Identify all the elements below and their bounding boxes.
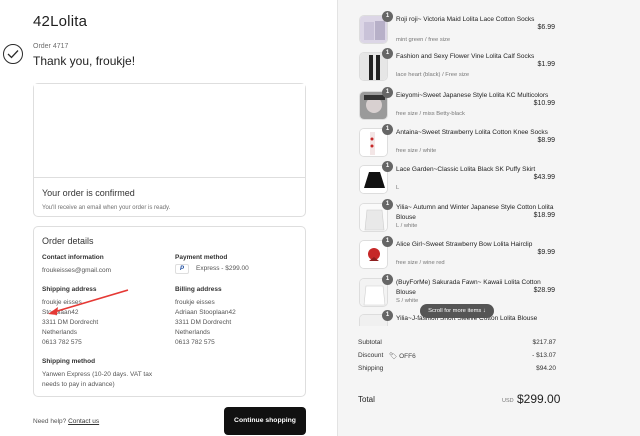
subtotal-row: Subtotal $217.87 bbox=[358, 339, 556, 346]
product-price: $9.99 bbox=[537, 249, 555, 256]
quantity-badge: 1 bbox=[382, 87, 393, 98]
shipping-address-line: Netherlands bbox=[42, 329, 78, 336]
product-variant: mint green / free size bbox=[396, 37, 451, 43]
line-items-list[interactable]: 1 Roji roji~ Victoria Maid Lolita Lace C… bbox=[338, 0, 640, 326]
product-variant: free size / wine red bbox=[396, 260, 445, 266]
payment-label: Payment method bbox=[175, 254, 228, 261]
contact-us-link[interactable]: Contact us bbox=[68, 418, 99, 425]
line-item: 1 Eieyomi~Sweet Japanese Style Lolita KC… bbox=[338, 87, 640, 127]
check-circle-icon bbox=[3, 44, 23, 64]
line-item: 1 Yilia~ Autumn and Winter Japanese Styl… bbox=[338, 199, 640, 239]
billing-address-line: froukje eisses bbox=[175, 299, 215, 306]
shipping-label: Shipping bbox=[358, 365, 384, 372]
line-item: 1 Roji roji~ Victoria Maid Lolita Lace C… bbox=[338, 11, 640, 51]
help-label: Need help? bbox=[33, 418, 67, 425]
product-price: $18.99 bbox=[533, 212, 555, 219]
subtotal-value: $217.87 bbox=[532, 339, 557, 346]
contact-label: Contact information bbox=[42, 254, 104, 261]
product-variant: L / white bbox=[396, 223, 418, 229]
product-price: $43.99 bbox=[533, 174, 555, 181]
quantity-badge: 1 bbox=[382, 161, 393, 172]
product-price: $6.99 bbox=[537, 24, 555, 31]
total-value: $299.00 bbox=[517, 392, 561, 406]
subtotal-label: Subtotal bbox=[358, 339, 382, 346]
billing-address-line: 3311 DM Dordrecht bbox=[175, 319, 232, 326]
product-variant: free size / miss Betty-black bbox=[396, 111, 465, 117]
payment-value: Express - $299.00 bbox=[196, 265, 249, 272]
product-title: Yilia~ Autumn and Winter Japanese Style … bbox=[396, 204, 554, 221]
help-text: Need help? Contact us bbox=[33, 418, 99, 425]
line-item: 1 Fashion and Sexy Flower Vine Lolita Ca… bbox=[338, 48, 640, 88]
shipping-address-line: 0613 782 575 bbox=[42, 339, 82, 346]
product-variant: L bbox=[396, 185, 400, 191]
product-title: Eieyomi~Sweet Japanese Style Lolita KC M… bbox=[396, 92, 549, 99]
billing-address-line: Adriaan Stooplaan42 bbox=[175, 309, 236, 316]
tag-icon: 🏷 bbox=[389, 353, 398, 360]
total-label: Total bbox=[358, 395, 375, 404]
shipping-address-line: 3311 DM Dordrecht bbox=[42, 319, 99, 326]
product-variant: S / white bbox=[396, 298, 419, 304]
quantity-badge: 1 bbox=[382, 199, 393, 210]
product-variant: free size / white bbox=[396, 148, 437, 154]
product-price: $10.99 bbox=[533, 100, 555, 107]
checkout-confirmation-column: 42Lolita Order 4717 Thank you, froukje! … bbox=[0, 0, 337, 436]
scroll-for-more-button[interactable]: Scroll for more items ↓ bbox=[420, 304, 494, 318]
discount-code: 🏷 OFF6 bbox=[389, 352, 416, 360]
product-title: Roji roji~ Victoria Maid Lolita Lace Cot… bbox=[396, 16, 535, 23]
quantity-badge: 1 bbox=[382, 124, 393, 135]
quantity-badge: 1 bbox=[382, 236, 393, 247]
order-number: Order 4717 bbox=[33, 43, 69, 50]
product-title: Antaina~Sweet Strawberry Lolita Cotton K… bbox=[396, 129, 548, 136]
discount-value: - $13.07 bbox=[532, 352, 556, 359]
billing-address-line: 0613 782 575 bbox=[175, 339, 215, 346]
discount-row: Discount 🏷 OFF6 - $13.07 bbox=[358, 352, 556, 360]
confirmation-card: Your order is confirmed You'll receive a… bbox=[33, 83, 306, 217]
arrow-down-icon: ↓ bbox=[482, 308, 486, 314]
discount-label: Discount bbox=[358, 352, 384, 359]
product-variant: lace heart (black) / Free size bbox=[396, 72, 470, 78]
shipping-row: Shipping $94.20 bbox=[358, 365, 556, 372]
order-details-title: Order details bbox=[42, 236, 94, 246]
billing-address-line: Netherlands bbox=[175, 329, 211, 336]
paypal-icon: P bbox=[175, 264, 189, 274]
confirmation-subtitle: You'll receive an email when your order … bbox=[42, 205, 171, 211]
quantity-badge: 1 bbox=[382, 48, 393, 59]
line-item: 1 Alice Girl~Sweet Strawberry Bow Lolita… bbox=[338, 236, 640, 276]
product-title: Alice Girl~Sweet Strawberry Bow Lolita H… bbox=[396, 241, 533, 248]
billing-address-label: Billing address bbox=[175, 286, 222, 293]
quantity-badge: 1 bbox=[382, 310, 393, 321]
currency-code: USD bbox=[502, 398, 514, 404]
line-item: 1 Lace Garden~Classic Lolita Black SK Pu… bbox=[338, 161, 640, 201]
confirmation-title: Your order is confirmed bbox=[42, 188, 135, 198]
product-title: (BuyForMe) Sakurada Fawn~ Kawaii Lolita … bbox=[396, 279, 541, 296]
thank-you-heading: Thank you, froukje! bbox=[33, 54, 136, 68]
map-placeholder bbox=[34, 84, 305, 178]
shipping-method-label: Shipping method bbox=[42, 358, 96, 365]
product-title: Fashion and Sexy Flower Vine Lolita Calf… bbox=[396, 53, 535, 60]
annotation-arrow-icon bbox=[48, 289, 129, 315]
continue-shopping-button[interactable]: Continue shopping bbox=[224, 407, 306, 435]
scroll-hint-label: Scroll for more items bbox=[428, 308, 482, 314]
quantity-badge: 1 bbox=[382, 11, 393, 22]
shipping-value: $94.20 bbox=[536, 365, 556, 372]
product-price: $1.99 bbox=[537, 61, 555, 68]
product-price: $28.99 bbox=[533, 287, 555, 294]
shipping-method-line: needs to pay in advance) bbox=[42, 381, 115, 388]
shipping-method-line: Yanwen Express (10-20 days. VAT tax bbox=[42, 371, 153, 378]
contact-email: froukeisses@gmail.com bbox=[42, 267, 112, 274]
quantity-badge: 1 bbox=[382, 274, 393, 285]
discount-code-text: OFF6 bbox=[399, 353, 416, 360]
line-item: 1 Antaina~Sweet Strawberry Lolita Cotton… bbox=[338, 124, 640, 164]
product-title: Lace Garden~Classic Lolita Black SK Puff… bbox=[396, 166, 536, 173]
product-price: $8.99 bbox=[537, 137, 555, 144]
store-logo[interactable]: 42Lolita bbox=[33, 13, 87, 30]
